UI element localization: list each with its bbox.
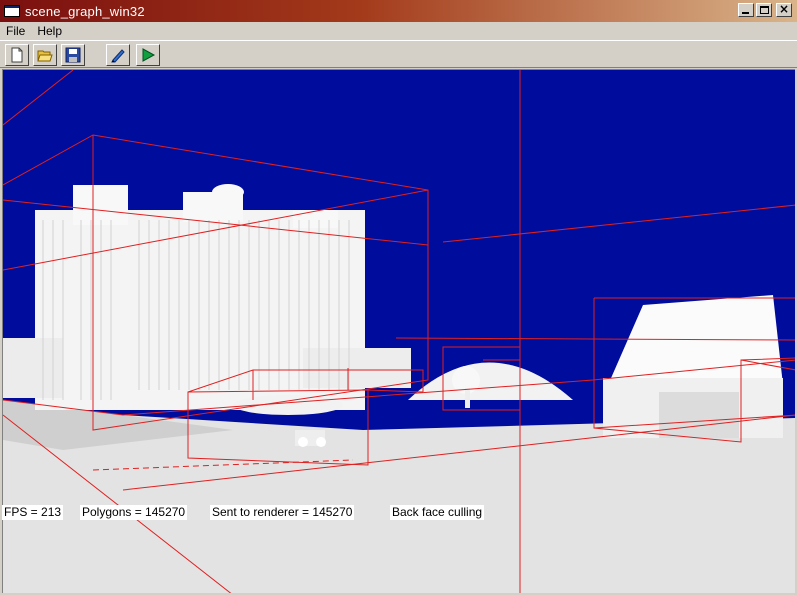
close-button[interactable]: × [776,2,792,17]
open-folder-icon [37,50,53,62]
dome-building [408,362,573,400]
polygon-count: Polygons = 145270 [80,505,188,520]
menu-help[interactable]: Help [31,24,68,38]
title-bar[interactable]: scene_graph_win32 × [0,0,797,22]
run-button[interactable] [136,44,160,66]
maximize-button[interactable] [756,3,772,17]
toolbar [0,40,797,68]
culling-status: Back face culling [390,505,485,520]
pencil-icon [111,49,125,63]
garage-door [659,392,739,438]
menu-bar: File Help [0,22,797,40]
fps-readout: FPS = 213 [2,505,64,520]
play-icon [142,48,156,62]
new-icon [11,47,23,63]
edit-button[interactable] [106,44,130,66]
save-icon [65,47,81,63]
menu-file[interactable]: File [0,24,31,38]
maximize-icon [760,6,769,14]
minimize-icon [742,12,749,14]
open-button[interactable] [33,44,57,66]
sent-to-renderer: Sent to renderer = 145270 [210,505,355,520]
save-button[interactable] [61,44,85,66]
new-button[interactable] [5,44,29,66]
hotel-building [3,184,411,410]
window-title: scene_graph_win32 [25,3,145,19]
close-icon: × [778,2,790,16]
dome-pillar [465,388,470,408]
window-controls: × [738,2,792,17]
minimize-button[interactable] [738,3,754,17]
app-icon[interactable] [4,5,20,17]
